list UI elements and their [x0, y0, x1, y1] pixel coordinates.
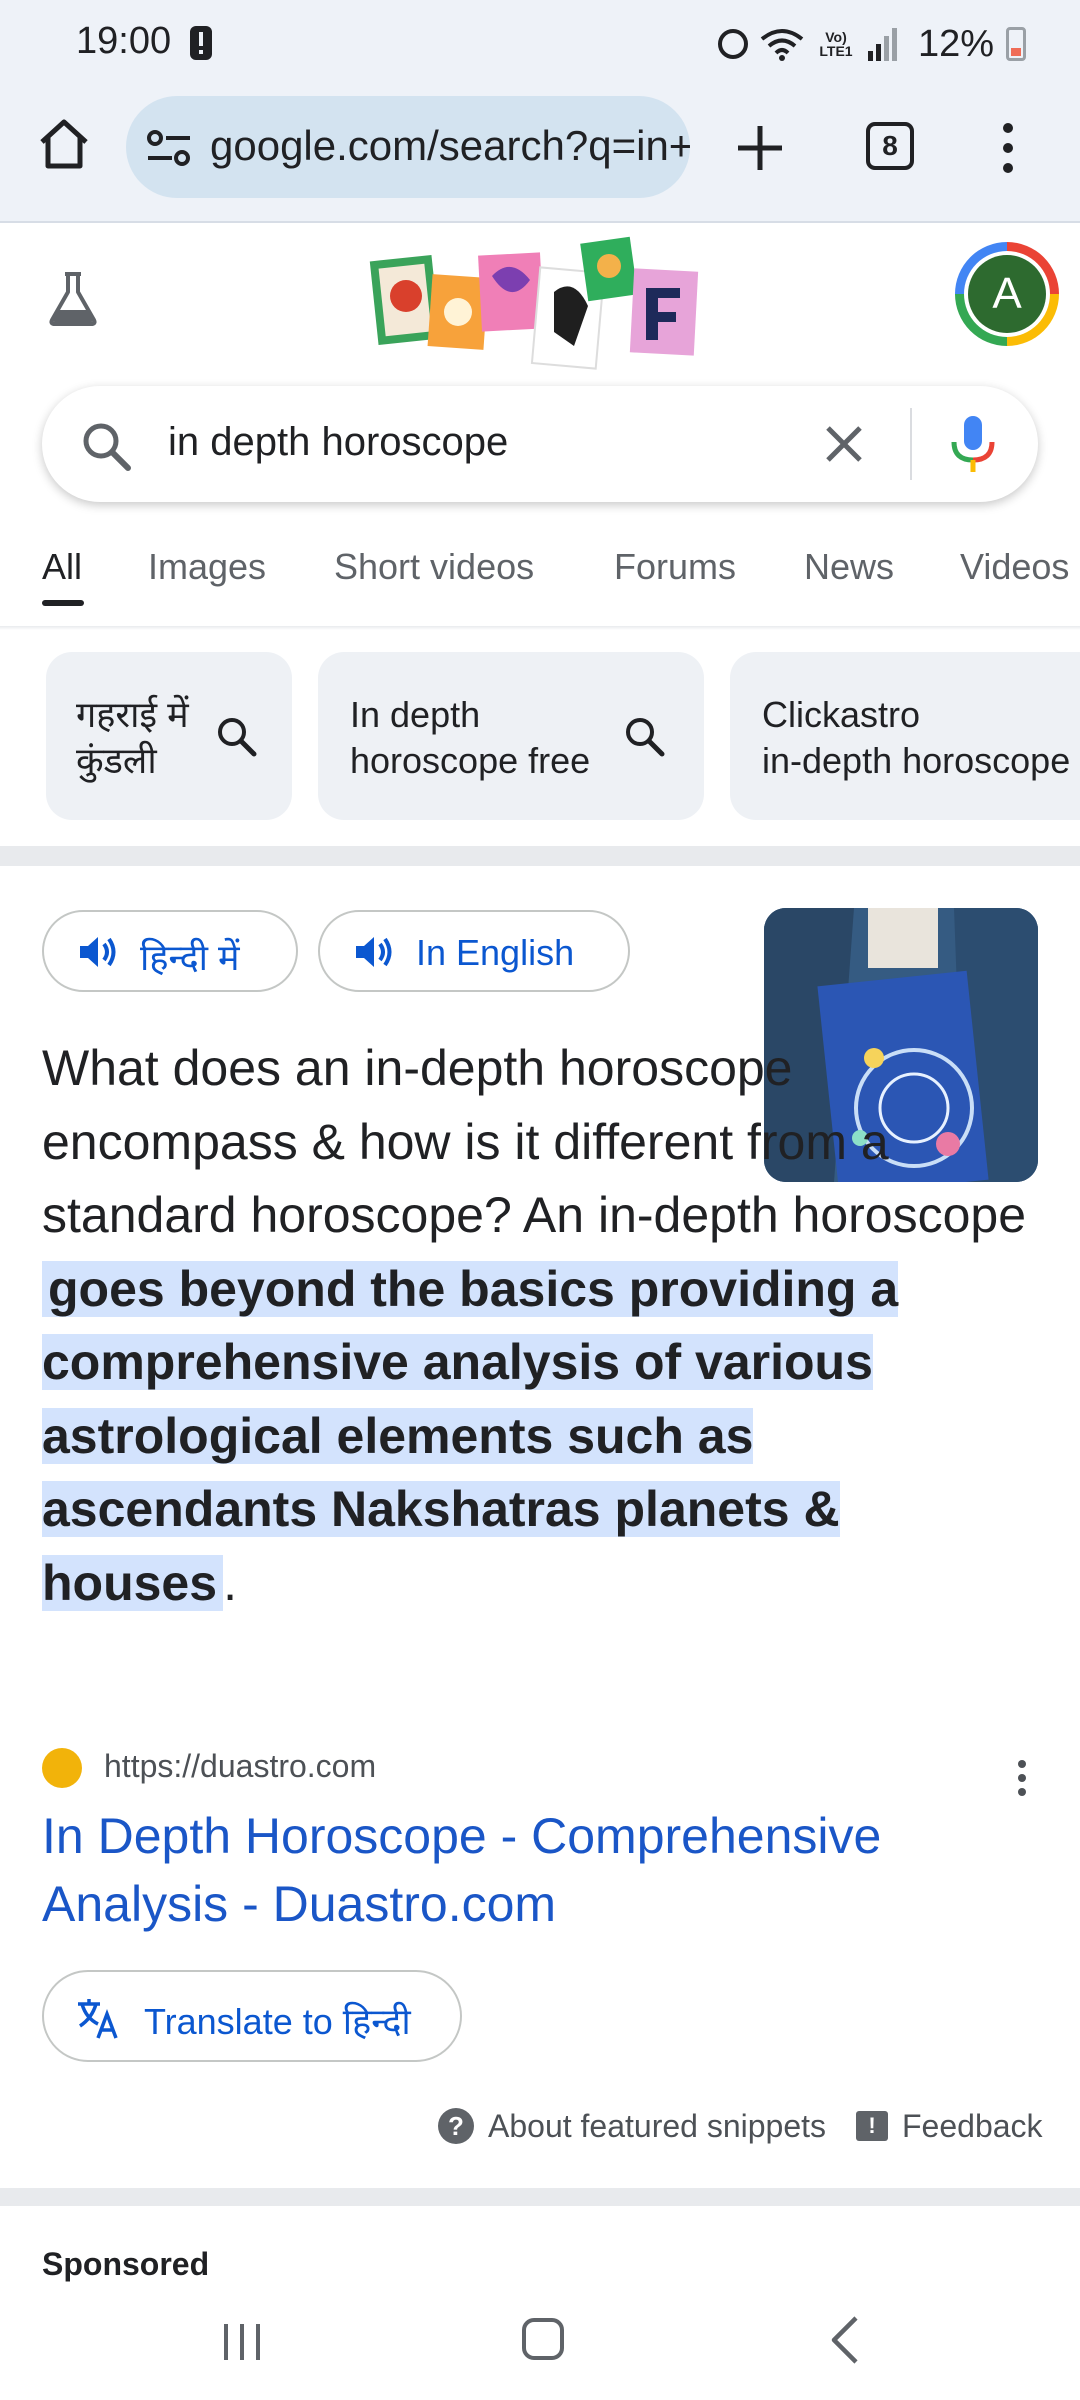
listen-english-button[interactable]: In English — [318, 910, 630, 992]
chip-line: In depth — [350, 694, 481, 735]
chip-line: in-depth horoscope — [762, 740, 1071, 781]
result-source-url[interactable]: https://duastro.com — [104, 1748, 376, 1785]
translate-label: Translate to हिन्दी — [144, 2001, 411, 2042]
search-divider — [910, 408, 912, 480]
chrome-divider — [0, 221, 1080, 223]
related-search-chip[interactable]: Clickastro in-depth horoscope — [730, 652, 1080, 820]
search-input[interactable]: in depth horoscope — [168, 420, 508, 465]
translate-icon — [78, 1999, 118, 2039]
labs-flask-icon[interactable] — [44, 268, 102, 328]
chip-line: कुंडली — [76, 740, 157, 781]
feedback-link[interactable]: ! Feedback — [856, 2100, 1043, 2152]
battery-icon — [1006, 27, 1027, 61]
home-icon[interactable] — [36, 116, 92, 172]
tab-all[interactable]: All — [42, 546, 82, 588]
result-options-icon[interactable] — [1016, 1758, 1028, 1798]
section-divider — [0, 846, 1080, 866]
listen-english-label: In English — [416, 932, 575, 973]
feedback-icon: ! — [856, 2111, 888, 2141]
google-doodle-logo[interactable] — [368, 236, 704, 374]
sponsored-label: Sponsored — [42, 2246, 210, 2282]
related-search-chip[interactable]: गहराई में कुंडली — [46, 652, 292, 820]
tab-switcher-button[interactable]: 8 — [866, 122, 914, 170]
search-tabs: All Images Short videos Forums News Vide… — [0, 530, 1080, 626]
wifi-icon — [760, 29, 804, 61]
snippet-highlighted-answer: goes beyond the basics providing a compr… — [42, 1260, 899, 1611]
system-home-icon[interactable] — [522, 2318, 564, 2360]
chip-line: horoscope free — [350, 740, 591, 781]
site-settings-icon[interactable] — [146, 128, 192, 168]
active-tab-indicator — [42, 600, 84, 606]
search-box[interactable]: in depth horoscope — [42, 386, 1038, 502]
tab-news[interactable]: News — [804, 546, 894, 588]
more-options-icon[interactable] — [1000, 120, 1016, 176]
chip-line: गहराई में — [76, 694, 189, 735]
featured-snippet-text: What does an in-depth horoscope encompas… — [42, 1032, 1042, 1620]
speaker-icon — [356, 937, 392, 967]
battery-percentage: 12% — [918, 22, 995, 65]
snippet-text-plain: What does an in-depth horoscope encompas… — [42, 1040, 1027, 1243]
tab-short-videos[interactable]: Short videos — [334, 546, 534, 588]
tab-images[interactable]: Images — [148, 546, 266, 588]
clear-search-icon[interactable] — [822, 422, 866, 466]
address-bar[interactable]: google.com/search?q=in+depth+horoscope — [126, 96, 690, 198]
about-snippets-label: About featured snippets — [488, 2107, 827, 2144]
section-divider — [0, 2188, 1080, 2206]
listen-hindi-button[interactable]: हिन्दी में — [42, 910, 298, 992]
translate-button[interactable]: Translate to हिन्दी — [42, 1970, 462, 2062]
new-tab-icon[interactable] — [730, 118, 790, 178]
network-type-label: Vo) LTE1 — [819, 29, 853, 59]
snippet-text-end: . — [223, 1554, 237, 1611]
back-icon[interactable] — [826, 2314, 866, 2366]
search-icon — [83, 423, 131, 471]
about-featured-snippets-link[interactable]: ? About featured snippets — [438, 2100, 826, 2152]
search-icon — [218, 718, 257, 757]
avatar[interactable]: A — [968, 255, 1046, 333]
status-icons: Vo) LTE1 12% — [718, 22, 1027, 66]
help-icon: ? — [438, 2108, 474, 2144]
listen-hindi-label: हिन्दी में — [140, 937, 240, 978]
recent-apps-icon[interactable] — [220, 2320, 264, 2364]
microphone-icon[interactable] — [948, 414, 998, 474]
signal-icon — [868, 28, 897, 61]
related-search-chip[interactable]: In depth horoscope free — [318, 652, 704, 820]
alarm-icon — [718, 29, 748, 59]
site-favicon — [42, 1748, 82, 1788]
notification-alert-icon — [190, 26, 212, 60]
chip-line: Clickastro — [762, 694, 921, 735]
tab-forums[interactable]: Forums — [614, 546, 736, 588]
feedback-label: Feedback — [902, 2107, 1043, 2144]
search-icon — [626, 718, 665, 757]
tabs-divider — [0, 626, 1080, 630]
status-time: 19:00 — [76, 20, 172, 62]
result-title-link[interactable]: In Depth Horoscope - Comprehensive Analy… — [42, 1802, 1042, 1938]
speaker-icon — [80, 937, 116, 967]
tab-videos[interactable]: Videos — [960, 546, 1069, 588]
url-text: google.com/search?q=in+depth+horoscope — [210, 122, 690, 169]
